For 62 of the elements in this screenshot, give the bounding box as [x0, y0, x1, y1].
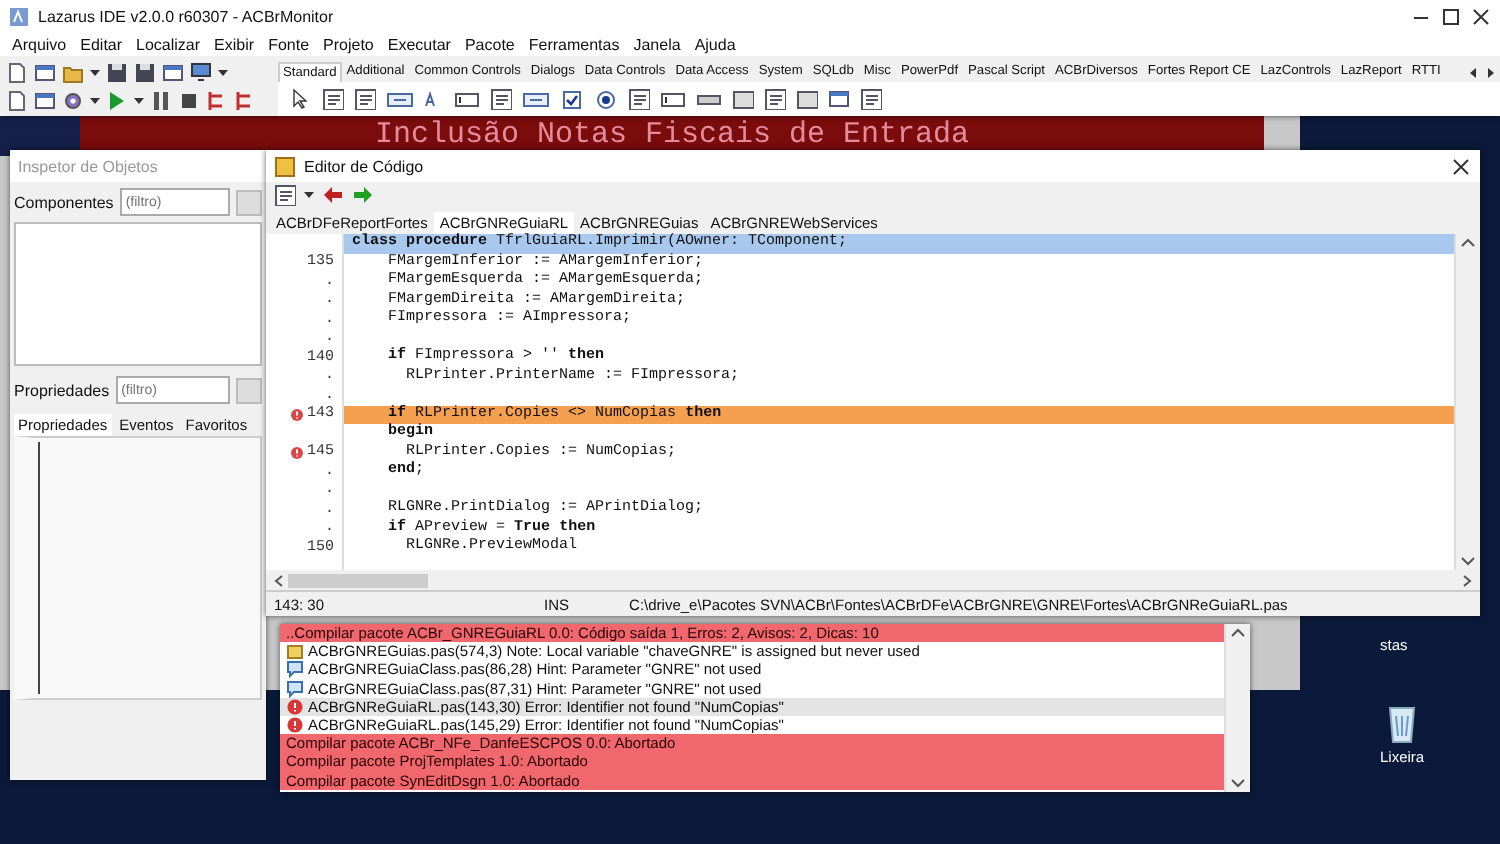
menu-item[interactable]: Ferramentas: [528, 35, 620, 53]
frame-component-icon[interactable]: [828, 88, 850, 110]
app-icon: [8, 5, 30, 27]
caret-icon[interactable]: [134, 95, 144, 105]
menu-item[interactable]: Arquivo: [12, 35, 67, 53]
radio-component-icon[interactable]: [594, 87, 618, 111]
menu-item[interactable]: Executar: [387, 35, 451, 53]
note-icon: [286, 642, 304, 661]
groupbox-component-icon[interactable]: [732, 88, 754, 110]
memo-component-icon[interactable]: [490, 88, 512, 110]
step-icon[interactable]: [206, 89, 228, 111]
save-icon[interactable]: [106, 61, 128, 83]
edit-component-icon[interactable]: [454, 87, 480, 111]
listbox-component-icon[interactable]: [764, 88, 786, 110]
menu-item[interactable]: Fonte: [268, 35, 310, 53]
caret-icon[interactable]: [304, 190, 314, 200]
forward-arrow-icon[interactable]: [352, 184, 374, 206]
error-icon: [286, 697, 304, 716]
open-folder-icon[interactable]: [62, 61, 84, 83]
error-icon: [286, 716, 304, 735]
button-component-icon[interactable]: [386, 87, 414, 111]
menu-item[interactable]: Localizar: [136, 35, 201, 53]
close-icon[interactable]: [1450, 155, 1472, 177]
caret-icon[interactable]: [90, 95, 100, 105]
menu-item[interactable]: Ajuda: [694, 35, 736, 53]
new-file-icon[interactable]: [6, 61, 28, 83]
window-title: Lazarus IDE v2.0.0 r60307 - ACBrMonitor: [38, 7, 334, 25]
document-icon[interactable]: [6, 89, 28, 111]
menu-item[interactable]: Pacote: [464, 35, 515, 53]
checkbox-component-icon[interactable]: [560, 87, 584, 111]
listbox-component-icon[interactable]: [628, 88, 650, 110]
save-all-icon[interactable]: [134, 61, 156, 83]
scrollbar-thumb[interactable]: [288, 573, 428, 587]
form-icon[interactable]: [162, 61, 184, 83]
back-arrow-icon[interactable]: [322, 184, 344, 206]
actionlist-component-icon[interactable]: [860, 88, 882, 110]
caret-icon[interactable]: [218, 67, 228, 77]
new-form-icon[interactable]: [34, 61, 56, 83]
stop-icon[interactable]: [178, 89, 200, 111]
pause-icon[interactable]: [150, 89, 172, 111]
close-icon[interactable]: [1470, 5, 1492, 27]
button-component-icon[interactable]: [522, 87, 550, 111]
menu-item[interactable]: Janela: [633, 35, 681, 53]
menu-item[interactable]: Exibir: [214, 35, 255, 53]
maximize-icon[interactable]: [1440, 5, 1462, 27]
step-icon[interactable]: [234, 89, 256, 111]
form-icon[interactable]: [34, 89, 56, 111]
monitor-icon[interactable]: [190, 61, 212, 83]
window-title: Editor de Código: [304, 157, 424, 175]
pointer-icon[interactable]: [290, 88, 312, 110]
menu-item[interactable]: Projeto: [323, 35, 374, 53]
menu-item[interactable]: Editar: [80, 35, 123, 53]
combobox-component-icon[interactable]: [660, 87, 686, 111]
window-title: Inspetor de Objetos: [18, 157, 158, 175]
field-label: Componentes: [14, 193, 114, 211]
caret-icon[interactable]: [90, 67, 100, 77]
panel-component-icon[interactable]: [796, 88, 818, 110]
field-label: Propriedades: [14, 381, 110, 399]
list-icon[interactable]: [274, 184, 296, 206]
popup-component-icon[interactable]: [354, 88, 376, 110]
editor-icon: [274, 155, 296, 177]
menu-component-icon[interactable]: [322, 88, 344, 110]
